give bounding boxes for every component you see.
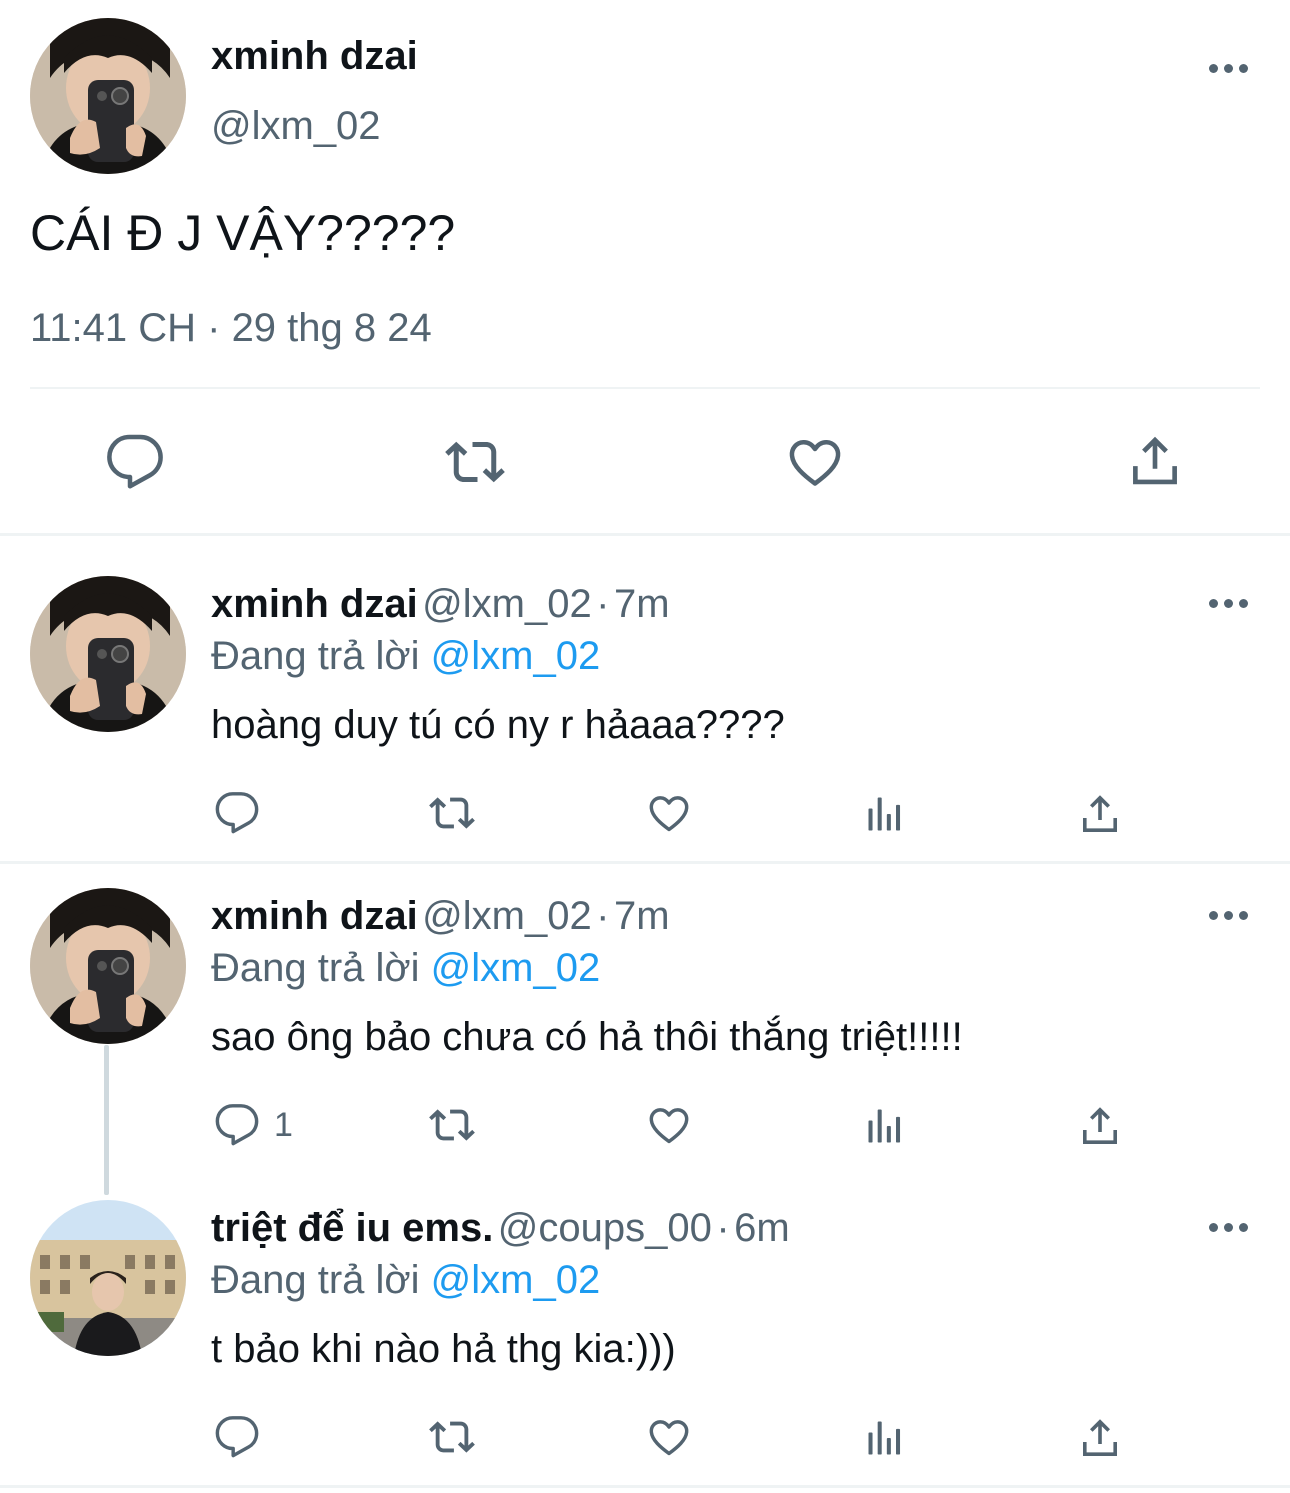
reply-button[interactable] (214, 1414, 260, 1460)
avatar[interactable] (30, 576, 186, 732)
reply-header: xminh dzai @lxm_02 · 7m (211, 582, 670, 627)
replying-to: Đang trả lời @lxm_02 (211, 1258, 601, 1302)
author-handle[interactable]: @lxm_02 (422, 582, 592, 626)
views-button[interactable] (862, 1416, 908, 1460)
like-icon (645, 790, 693, 836)
share-icon (1076, 1102, 1124, 1150)
like-icon (645, 1102, 693, 1148)
reply-icon (214, 1102, 260, 1148)
views-icon (862, 792, 908, 836)
more-icon[interactable] (1209, 1223, 1248, 1232)
reply-time[interactable]: 7m (614, 894, 670, 938)
avatar[interactable] (30, 888, 186, 1044)
reply-icon (105, 432, 165, 492)
separator: · (596, 894, 610, 938)
author-name[interactable]: triệt để iu ems. (211, 1206, 493, 1250)
tweet-timestamp[interactable]: 11:41 CH · 29 thg 8 24 (30, 306, 432, 351)
retweet-button[interactable] (443, 432, 507, 492)
author-name[interactable]: xminh dzai (211, 582, 418, 626)
reply-text: t bảo khi nào hả thg kia:))) (211, 1327, 676, 1371)
reply-time[interactable]: 7m (614, 582, 670, 626)
share-button[interactable] (1076, 1414, 1124, 1462)
share-icon (1076, 790, 1124, 838)
retweet-icon (426, 1414, 478, 1460)
reply-header: triệt để iu ems. @coups_00 · 6m (211, 1206, 790, 1251)
tweet-text: CÁI Đ J VẬY????? (30, 205, 456, 261)
like-button[interactable] (645, 790, 693, 836)
share-button[interactable] (1076, 790, 1124, 838)
avatar[interactable] (30, 18, 186, 174)
views-icon (862, 1104, 908, 1148)
reply-count: 1 (274, 1105, 293, 1144)
more-icon[interactable] (1209, 911, 1248, 920)
author-handle[interactable]: @coups_00 (498, 1206, 712, 1250)
like-icon (785, 432, 845, 492)
section-divider (0, 1485, 1290, 1488)
retweet-button[interactable] (426, 790, 478, 836)
reply-icon (214, 790, 260, 836)
share-button[interactable] (1076, 1102, 1124, 1150)
reply-button[interactable] (105, 432, 165, 492)
thread-connector (104, 1045, 109, 1195)
section-divider (0, 533, 1290, 536)
views-icon (862, 1416, 908, 1460)
reply-button[interactable]: 1 (214, 1102, 293, 1148)
views-button[interactable] (862, 792, 908, 836)
like-button[interactable] (645, 1414, 693, 1460)
share-icon (1076, 1414, 1124, 1462)
more-icon[interactable] (1209, 64, 1248, 73)
more-icon[interactable] (1209, 599, 1248, 608)
retweet-icon (443, 432, 507, 492)
section-divider (0, 861, 1290, 864)
reply-button[interactable] (214, 790, 260, 836)
like-icon (645, 1414, 693, 1460)
separator: · (716, 1206, 730, 1250)
retweet-button[interactable] (426, 1414, 478, 1460)
mention-link[interactable]: @lxm_02 (431, 1258, 601, 1302)
separator: · (596, 582, 610, 626)
replying-to: Đang trả lời @lxm_02 (211, 634, 601, 678)
reply-time[interactable]: 6m (734, 1206, 790, 1250)
mention-link[interactable]: @lxm_02 (431, 634, 601, 678)
retweet-button[interactable] (426, 1102, 478, 1148)
like-button[interactable] (645, 1102, 693, 1148)
share-button[interactable] (1124, 430, 1186, 492)
reply-text: sao ông bảo chưa có hả thôi thắng triệt!… (211, 1015, 963, 1059)
replying-to: Đang trả lời @lxm_02 (211, 946, 601, 990)
avatar[interactable] (30, 1200, 186, 1356)
author-name[interactable]: xminh dzai (211, 34, 418, 79)
author-handle[interactable]: @lxm_02 (211, 104, 381, 149)
retweet-icon (426, 790, 478, 836)
divider (30, 387, 1260, 389)
retweet-icon (426, 1102, 478, 1148)
author-name[interactable]: xminh dzai (211, 894, 418, 938)
like-button[interactable] (785, 432, 845, 492)
share-icon (1124, 430, 1186, 492)
mention-link[interactable]: @lxm_02 (431, 946, 601, 990)
reply-header: xminh dzai @lxm_02 · 7m (211, 894, 670, 939)
author-handle[interactable]: @lxm_02 (422, 894, 592, 938)
reply-icon (214, 1414, 260, 1460)
reply-text: hoàng duy tú có ny r hảaaa???? (211, 703, 785, 747)
views-button[interactable] (862, 1104, 908, 1148)
